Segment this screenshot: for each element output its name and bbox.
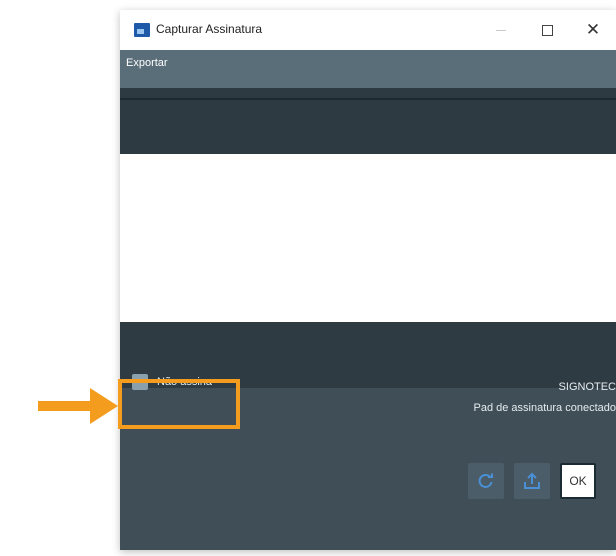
maximize-button[interactable] (532, 18, 562, 42)
refresh-button[interactable] (468, 463, 504, 499)
title-bar: Capturar Assinatura ✕ (120, 10, 616, 50)
menu-item-exportar[interactable]: Exportar (126, 57, 168, 69)
brand-label: SIGNOTEC (558, 381, 616, 393)
upload-icon (524, 472, 540, 489)
maximize-icon (541, 24, 553, 36)
highlight-box (118, 379, 240, 429)
app-window-icon (134, 23, 150, 37)
status-message: Pad de assinatura conectado (473, 402, 616, 414)
capture-signature-window: Capturar Assinatura ✕ Exportar Não assin… (120, 10, 616, 550)
ok-button[interactable]: OK (560, 463, 596, 499)
window-title: Capturar Assinatura (156, 22, 263, 36)
minimize-button[interactable] (486, 18, 516, 42)
refresh-icon (478, 473, 493, 488)
menu-bar: Exportar (120, 50, 616, 88)
signature-canvas[interactable] (120, 154, 616, 322)
arrow-right-icon (38, 388, 118, 424)
close-icon: ✕ (585, 20, 601, 39)
divider (120, 98, 616, 100)
upload-button[interactable] (514, 463, 550, 499)
close-button[interactable]: ✕ (578, 18, 608, 42)
minimize-icon (496, 29, 506, 31)
